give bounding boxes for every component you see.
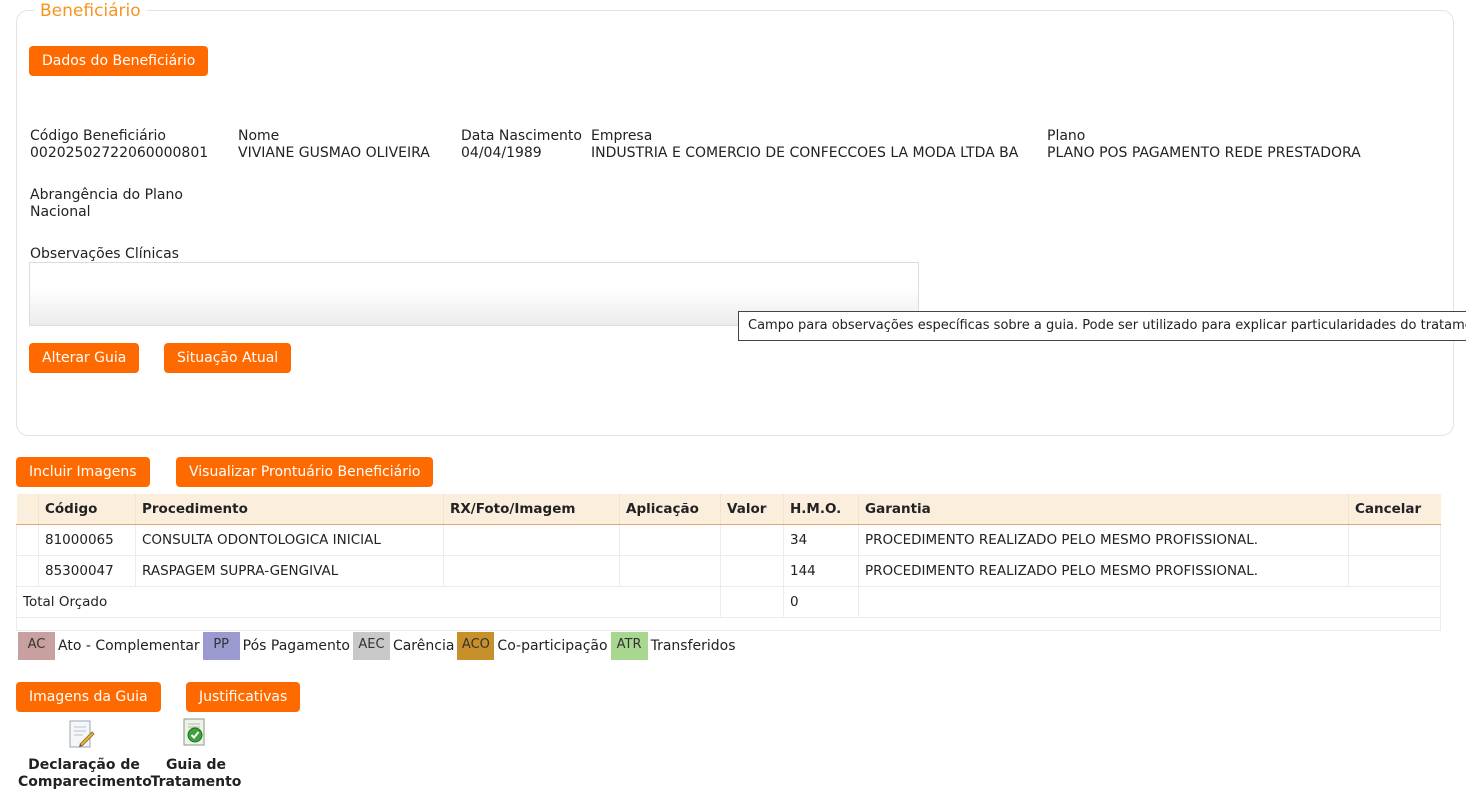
guia-tratamento-link-line1[interactable]: Guia de (150, 757, 242, 774)
table-header-row: Código Procedimento RX/Foto/Imagem Aplic… (16, 494, 1441, 525)
observacoes-tooltip: Campo para observações específicas sobre… (738, 311, 1466, 341)
header-select (16, 494, 39, 525)
legend-label-aec: Carência (392, 638, 455, 654)
table-row[interactable]: 85300047 RASPAGEM SUPRA-GENGIVAL 144 PRO… (16, 555, 1441, 587)
nascimento-label: Data Nascimento (461, 128, 582, 144)
header-procedimento: Procedimento (135, 494, 444, 525)
situacao-atual-button[interactable]: Situação Atual (164, 343, 292, 373)
total-label: Total Orçado (16, 586, 721, 618)
row-hmo: 34 (783, 524, 859, 556)
spacer-cell (16, 617, 1441, 631)
dados-beneficiario-button[interactable]: Dados do Beneficiário (29, 46, 209, 76)
row-hmo: 144 (783, 555, 859, 587)
abrangencia-value: Nacional (30, 204, 91, 220)
total-hmo: 0 (783, 586, 859, 618)
header-rx: RX/Foto/Imagem (443, 494, 620, 525)
visualizar-prontuario-button[interactable]: Visualizar Prontuário Beneficiário (176, 457, 434, 487)
header-valor: Valor (720, 494, 784, 525)
nascimento-value: 04/04/1989 (461, 145, 542, 161)
plano-value: PLANO POS PAGAMENTO REDE PRESTADORA (1047, 145, 1361, 161)
row-garantia: PROCEDIMENTO REALIZADO PELO MESMO PROFIS… (858, 555, 1349, 587)
legend-swatch-atr: ATR (610, 632, 648, 660)
declaracao-document-icon[interactable] (66, 718, 96, 750)
total-row: Total Orçado 0 (16, 586, 1441, 618)
row-select-cell[interactable] (16, 524, 39, 556)
abrangencia-label: Abrangência do Plano (30, 187, 183, 203)
legend-swatch-aco: ACO (457, 632, 495, 660)
justificativas-button[interactable]: Justificativas (186, 682, 301, 712)
header-aplicacao: Aplicação (619, 494, 721, 525)
legend-swatch-pp: PP (202, 632, 240, 660)
legend-swatch-ac: AC (18, 632, 55, 660)
row-valor (720, 524, 784, 556)
alterar-guia-button[interactable]: Alterar Guia (29, 343, 140, 373)
status-legend: AC Ato - Complementar PP Pós Pagamento A… (18, 632, 739, 660)
row-codigo: 85300047 (38, 555, 136, 587)
legend-label-atr: Transferidos (650, 638, 736, 654)
row-cancelar[interactable] (1348, 524, 1441, 556)
codigo-value: 00202502722060000801 (30, 145, 209, 161)
row-aplicacao (619, 555, 721, 587)
declaracao-link-line1[interactable]: Declaração de (18, 757, 150, 774)
observacoes-label: Observações Clínicas (30, 246, 179, 262)
row-valor (720, 555, 784, 587)
panel-legend: Beneficiário (34, 0, 147, 22)
legend-label-pp: Pós Pagamento (242, 638, 350, 654)
row-select-cell[interactable] (16, 555, 39, 587)
guia-tratamento-link-line2[interactable]: Tratamento (150, 774, 242, 791)
row-rx[interactable] (443, 555, 620, 587)
legend-swatch-aec: AEC (352, 632, 390, 660)
header-cancelar: Cancelar (1348, 494, 1441, 525)
guia-tratamento-document-icon[interactable] (180, 716, 210, 748)
plano-label: Plano (1047, 128, 1086, 144)
row-garantia: PROCEDIMENTO REALIZADO PELO MESMO PROFIS… (858, 524, 1349, 556)
legend-label-ac: Ato - Complementar (58, 638, 200, 654)
table-row[interactable]: 81000065 CONSULTA ODONTOLOGICA INICIAL 3… (16, 524, 1441, 556)
header-codigo: Código (38, 494, 136, 525)
header-hmo: H.M.O. (783, 494, 859, 525)
header-garantia: Garantia (858, 494, 1349, 525)
row-cancelar[interactable] (1348, 555, 1441, 587)
row-procedimento: RASPAGEM SUPRA-GENGIVAL (135, 555, 444, 587)
nome-value: VIVIANE GUSMAO OLIVEIRA (238, 145, 430, 161)
row-aplicacao (619, 524, 721, 556)
total-empty (858, 586, 1441, 618)
procedimentos-table: Código Procedimento RX/Foto/Imagem Aplic… (16, 494, 1441, 631)
row-codigo: 81000065 (38, 524, 136, 556)
row-procedimento: CONSULTA ODONTOLOGICA INICIAL (135, 524, 444, 556)
empresa-value: INDUSTRIA E COMERCIO DE CONFECCOES LA MO… (591, 145, 1019, 161)
table-spacer-row (16, 617, 1441, 631)
declaracao-link-line2[interactable]: Comparecimento (18, 774, 152, 791)
empresa-label: Empresa (591, 128, 653, 144)
codigo-label: Código Beneficiário (30, 128, 166, 144)
legend-label-aco: Co-participação (497, 638, 608, 654)
nome-label: Nome (238, 128, 280, 144)
incluir-imagens-button[interactable]: Incluir Imagens (16, 457, 150, 487)
row-rx[interactable] (443, 524, 620, 556)
total-valor (720, 586, 784, 618)
imagens-guia-button[interactable]: Imagens da Guia (16, 682, 161, 712)
